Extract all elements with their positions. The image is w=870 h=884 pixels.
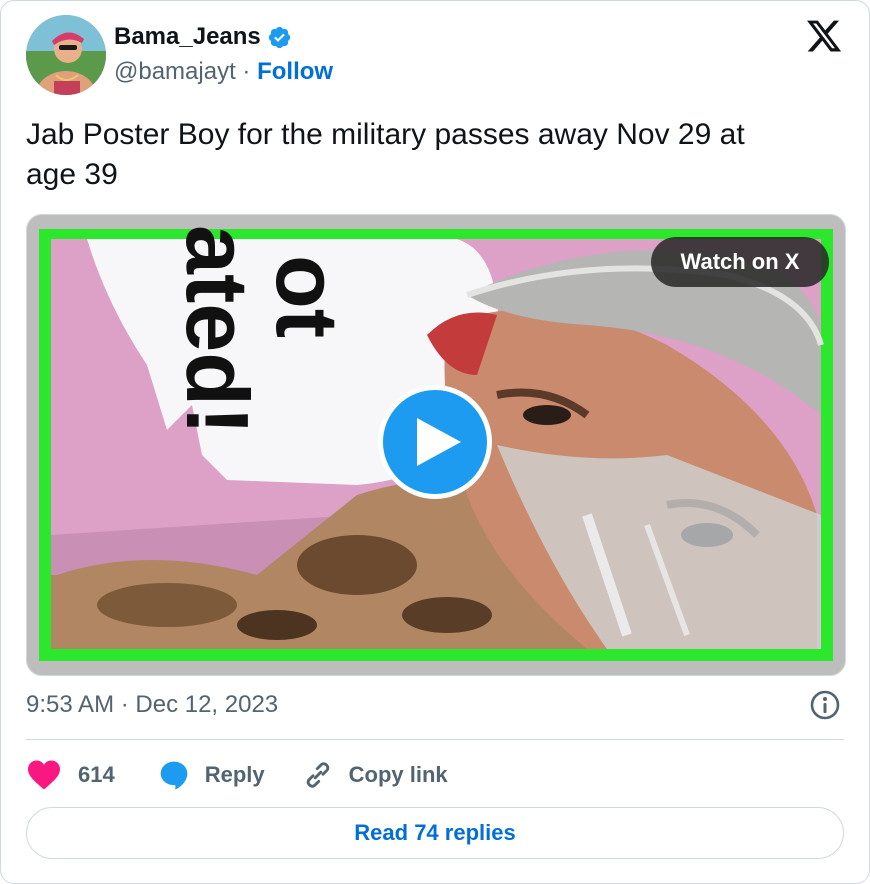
actions-bar: 614 Reply Copy link [26, 753, 448, 797]
play-button[interactable] [378, 385, 492, 499]
avatar[interactable] [26, 15, 106, 95]
author-name-row: Bama_Jeans [114, 23, 292, 51]
reply-label: Reply [204, 762, 265, 787]
play-icon [417, 418, 461, 466]
tweet-text: Jab Poster Boy for the military passes a… [26, 118, 745, 191]
copy-link-button[interactable]: Copy link [301, 758, 448, 792]
copy-link-label: Copy link [348, 762, 448, 787]
avatar-photo [26, 15, 106, 95]
like-count: 614 [78, 762, 115, 787]
heart-icon [28, 760, 60, 790]
verified-badge-icon [267, 25, 292, 50]
author-handle[interactable]: @bamajayt [114, 58, 236, 85]
x-logo-icon[interactable] [805, 17, 843, 55]
like-button[interactable]: 614 [26, 759, 115, 791]
video-player[interactable]: ot ated! Watch on X [26, 214, 846, 676]
svg-text:ated!: ated! [168, 225, 267, 435]
tweet-timestamp[interactable]: 9:53 AM · Dec 12, 2023 [26, 691, 278, 719]
tweet-card: Bama_Jeans @bamajayt · Follow Jab Poster… [0, 0, 870, 884]
svg-text:ot: ot [258, 255, 357, 338]
handle-separator: · [235, 58, 258, 85]
reply-button[interactable]: Reply [157, 759, 265, 791]
divider [26, 739, 844, 740]
handle-row: @bamajayt · Follow [114, 58, 333, 86]
follow-link[interactable]: Follow [257, 58, 333, 85]
info-icon[interactable] [809, 689, 841, 721]
reply-bubble-icon [160, 761, 188, 790]
author-name[interactable]: Bama_Jeans [114, 23, 261, 51]
watch-on-x-button[interactable]: Watch on X [651, 237, 829, 287]
link-icon [306, 762, 329, 788]
read-replies-button[interactable]: Read 74 replies [26, 807, 844, 859]
